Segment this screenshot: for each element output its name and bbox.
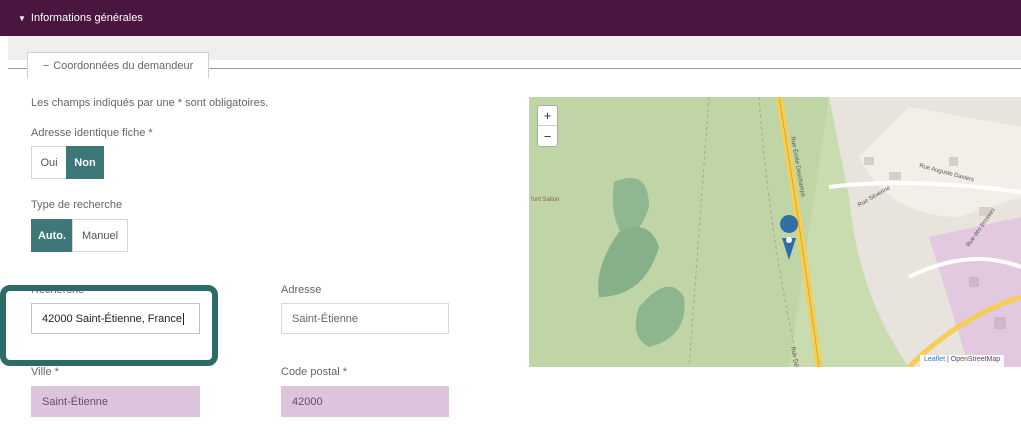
collapse-icon: −: [42, 59, 50, 72]
ville-label: Ville *: [31, 366, 59, 378]
non-button[interactable]: Non: [66, 146, 104, 179]
fieldset-legend[interactable]: − Coordonnées du demandeur: [27, 52, 209, 79]
leaflet-link[interactable]: Leaflet: [924, 356, 945, 363]
ville-field: Saint-Étienne: [31, 386, 200, 417]
text-cursor: [183, 312, 185, 325]
map-zoom-control: + −: [537, 105, 558, 147]
section-title: Informations générales: [30, 12, 143, 24]
auto-button[interactable]: Auto.: [31, 219, 73, 252]
map-attribution: Leaflet | OpenStreetMap: [920, 355, 1005, 367]
zoom-out-button[interactable]: −: [538, 126, 557, 146]
zoom-in-button[interactable]: +: [538, 106, 557, 126]
recherche-label: Recherche: [31, 284, 85, 296]
manuel-button[interactable]: Manuel: [72, 219, 128, 252]
place-label: font Sallon: [531, 197, 559, 203]
adresse-input[interactable]: Saint-Étienne: [281, 303, 449, 334]
required-hint: Les champs indiqués par une * sont oblig…: [31, 97, 269, 109]
recherche-input[interactable]: 42000 Saint-Étienne, France: [31, 303, 200, 334]
adresse-identique-label: Adresse identique fiche *: [31, 127, 153, 139]
code-postal-field: 42000: [281, 386, 449, 417]
adresse-label: Adresse: [281, 284, 322, 296]
fieldset-border-right: [208, 68, 1021, 69]
osm-link[interactable]: OpenStreetMap: [951, 356, 1000, 363]
caret-down-icon: ▼: [18, 13, 26, 23]
type-recherche-label: Type de recherche: [31, 199, 123, 211]
map[interactable]: Rue Émile Deschamps Rue Auguste Daviers Ru…: [529, 97, 1021, 367]
fieldset-border-left: [8, 68, 28, 69]
fieldset-legend-label: Coordonnées du demandeur: [53, 59, 194, 72]
section-header[interactable]: ▼ Informations générales: [0, 0, 1021, 36]
map-tiles: Rue Émile Deschamps Rue Auguste DaviersRu…: [529, 97, 1021, 367]
oui-button[interactable]: Oui: [31, 146, 67, 179]
code-postal-label: Code postal *: [281, 366, 348, 378]
recherche-value: 42000 Saint-Étienne, France: [42, 312, 183, 325]
